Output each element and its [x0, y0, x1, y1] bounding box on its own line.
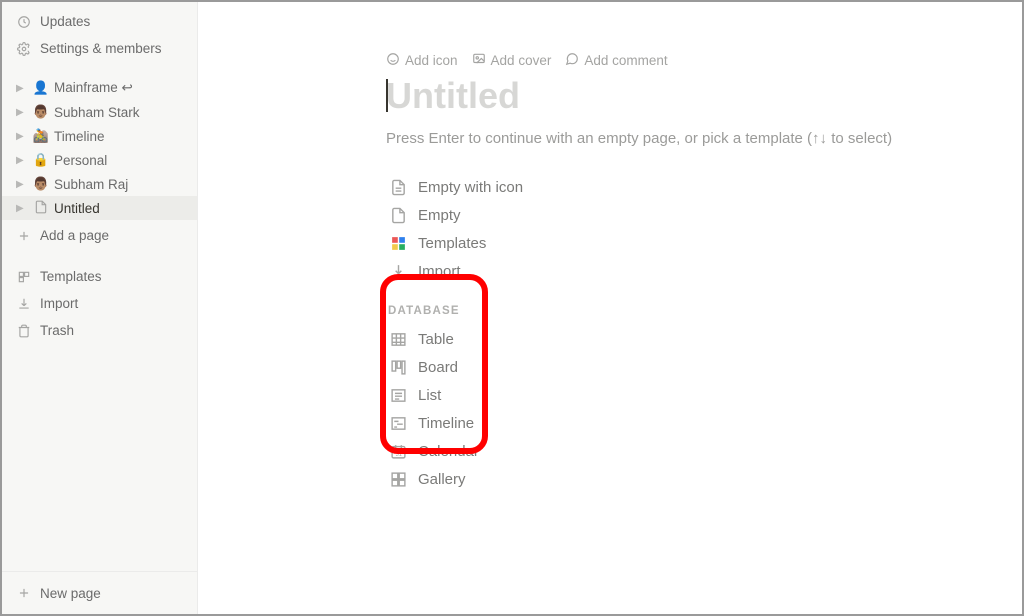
option-db-table[interactable]: Table [386, 325, 1016, 353]
option-import[interactable]: Import [386, 257, 1016, 285]
add-icon-button[interactable]: Add icon [386, 52, 458, 69]
sidebar-page-mainframe[interactable]: ▶ 👤 Mainframe ↩ [2, 76, 197, 100]
add-cover-button[interactable]: Add cover [472, 52, 552, 69]
main-content: Add icon Add cover Add comment Untitled … [198, 2, 1022, 614]
templates-colorful-icon [388, 235, 408, 252]
page-lines-icon [388, 179, 408, 196]
list-icon [388, 387, 408, 404]
trash-icon [16, 324, 32, 338]
option-label: Empty [418, 207, 461, 224]
add-cover-label: Add cover [491, 53, 552, 68]
clock-icon [16, 15, 32, 29]
gallery-icon [388, 471, 408, 488]
download-icon [388, 263, 408, 280]
calendar-icon: 31 [388, 443, 408, 460]
sidebar-updates-label: Updates [40, 14, 90, 29]
page-title-placeholder: Untitled [386, 75, 520, 116]
page-icon [388, 207, 408, 224]
comment-icon [565, 52, 579, 69]
sidebar-page-untitled[interactable]: ▶ Untitled [2, 196, 197, 220]
sidebar-page-label: Subham Raj [54, 177, 128, 192]
chevron-right-icon: ▶ [16, 179, 28, 190]
sidebar-page-label: Untitled [54, 201, 100, 216]
option-label: Import [418, 263, 461, 280]
sidebar-trash[interactable]: Trash [2, 317, 197, 344]
templates-icon [16, 270, 32, 284]
sidebar-templates[interactable]: Templates [2, 263, 197, 290]
image-icon [472, 52, 486, 69]
sidebar-updates[interactable]: Updates [2, 8, 197, 35]
option-db-calendar[interactable]: 31 Calendar [386, 437, 1016, 465]
sidebar-page-subham-stark[interactable]: ▶ 👨🏽 Subham Stark [2, 100, 197, 124]
table-icon [388, 331, 408, 348]
sidebar-settings-label: Settings & members [40, 41, 162, 56]
option-label: Table [418, 331, 454, 348]
emoji-icon [386, 52, 400, 69]
option-db-list[interactable]: List [386, 381, 1016, 409]
option-empty-with-icon[interactable]: Empty with icon [386, 173, 1016, 201]
sidebar-import[interactable]: Import [2, 290, 197, 317]
sidebar: Updates Settings & members ▶ 👤 Mainframe… [2, 2, 198, 614]
sidebar-page-label: Timeline [54, 129, 105, 144]
sidebar-settings[interactable]: Settings & members [2, 35, 197, 62]
text-cursor [386, 79, 388, 112]
option-label: Templates [418, 235, 486, 252]
option-label: Timeline [418, 415, 474, 432]
board-icon [388, 359, 408, 376]
sidebar-add-page[interactable]: Add a page [2, 222, 197, 249]
chevron-right-icon: ▶ [16, 155, 28, 166]
chevron-right-icon: ▶ [16, 83, 28, 94]
chevron-right-icon: ▶ [16, 131, 28, 142]
sidebar-templates-label: Templates [40, 269, 102, 284]
sidebar-new-page[interactable]: New page [2, 572, 197, 614]
sidebar-page-personal[interactable]: ▶ 🔒 Personal [2, 148, 197, 172]
page-title-input[interactable]: Untitled [386, 75, 1016, 116]
option-db-board[interactable]: Board [386, 353, 1016, 381]
add-icon-label: Add icon [405, 53, 458, 68]
sidebar-page-subham-raj[interactable]: ▶ 👨🏽 Subham Raj [2, 172, 197, 196]
plus-icon [16, 586, 32, 600]
option-label: Empty with icon [418, 179, 523, 196]
sidebar-page-label: Personal [54, 153, 107, 168]
avatar-icon: 👨🏽 [32, 176, 50, 192]
lock-icon: 🔒 [32, 152, 50, 168]
option-templates[interactable]: Templates [386, 229, 1016, 257]
person-icon: 👤 [32, 80, 50, 96]
gear-icon [16, 42, 32, 56]
sidebar-page-timeline[interactable]: ▶ 🚵 Timeline [2, 124, 197, 148]
option-label: List [418, 387, 441, 404]
chevron-right-icon: ▶ [16, 107, 28, 118]
option-label: Board [418, 359, 458, 376]
sidebar-page-label: Mainframe ↩ [54, 80, 133, 96]
timeline-icon [388, 415, 408, 432]
sidebar-new-page-label: New page [40, 586, 101, 601]
chevron-right-icon: ▶ [16, 203, 28, 214]
template-options: Empty with icon Empty Templates Import D… [386, 173, 1016, 493]
sidebar-import-label: Import [40, 296, 78, 311]
add-comment-label: Add comment [584, 53, 667, 68]
page-hover-actions: Add icon Add cover Add comment [386, 52, 1016, 69]
template-picker-hint: Press Enter to continue with an empty pa… [386, 130, 1016, 147]
plus-icon [16, 229, 32, 243]
biking-icon: 🚵 [32, 128, 50, 144]
sidebar-page-label: Subham Stark [54, 105, 140, 120]
page-icon [32, 200, 50, 217]
option-db-gallery[interactable]: Gallery [386, 465, 1016, 493]
sidebar-trash-label: Trash [40, 323, 74, 338]
option-label: Calendar [418, 443, 479, 460]
database-section-label: DATABASE [386, 305, 1016, 317]
option-db-timeline[interactable]: Timeline [386, 409, 1016, 437]
download-icon [16, 297, 32, 311]
sidebar-add-page-label: Add a page [40, 228, 109, 243]
option-label: Gallery [418, 471, 466, 488]
avatar-icon: 👨🏽 [32, 104, 50, 120]
add-comment-button[interactable]: Add comment [565, 52, 667, 69]
option-empty[interactable]: Empty [386, 201, 1016, 229]
svg-text:31: 31 [395, 452, 401, 458]
